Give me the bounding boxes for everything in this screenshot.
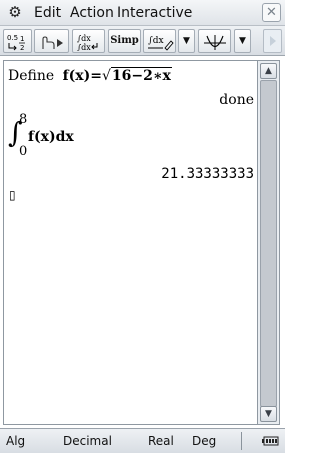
integral-paste-button[interactable]: ∫dx ∫dx xyxy=(72,29,105,53)
scroll-up-button[interactable]: ▲ xyxy=(260,63,277,79)
fraction-decimal-icon: 0.5 1 2 xyxy=(7,34,25,51)
integrand: f(x)dx xyxy=(28,129,74,145)
status-angle[interactable]: Deg xyxy=(192,434,216,448)
graph-icon xyxy=(203,35,226,50)
hand-pointer-icon xyxy=(41,36,63,49)
svg-text:∫dx: ∫dx xyxy=(77,43,91,51)
execute-button[interactable] xyxy=(34,29,69,53)
chevron-right-icon xyxy=(270,36,276,46)
status-format[interactable]: Decimal xyxy=(63,434,112,448)
svg-text:0.5: 0.5 xyxy=(7,34,18,42)
scroll-track[interactable] xyxy=(260,80,277,407)
output-integral-value: 21.33333333 xyxy=(161,166,254,182)
close-button[interactable]: ✕ xyxy=(262,3,281,22)
svg-text:∫dx: ∫dx xyxy=(148,36,164,46)
menu-action[interactable]: Action xyxy=(70,5,114,21)
fraction-decimal-toggle-button[interactable]: 0.5 1 2 xyxy=(3,29,32,53)
dropdown-button[interactable]: ▼ xyxy=(178,29,195,53)
status-mode[interactable]: Alg xyxy=(6,434,25,448)
integral-upper-limit: 8 xyxy=(19,112,28,127)
toolbar-next-button[interactable] xyxy=(263,29,282,53)
integral-lower-limit: 0 xyxy=(19,144,28,159)
sqrt-symbol: √ xyxy=(101,68,111,84)
output-done: done xyxy=(219,92,254,108)
menu-interactive[interactable]: Interactive xyxy=(117,5,192,21)
function-name: f(x)= xyxy=(62,68,102,84)
menu-bar: ⚙ Edit Action Interactive ✕ xyxy=(0,0,285,26)
menu-edit[interactable]: Edit xyxy=(34,5,61,21)
dropdown-button[interactable]: ▼ xyxy=(234,29,251,53)
vertical-scrollbar[interactable]: ▲ ▼ xyxy=(258,60,280,425)
main-work-area[interactable]: Define f(x)=√16−2∗x done ∫ 8 0 f(x)dx 21… xyxy=(3,60,258,425)
status-bar: Alg Decimal Real Deg xyxy=(0,428,285,453)
scroll-down-button[interactable]: ▼ xyxy=(260,406,277,422)
toolbar: 0.5 1 2 ∫dx ∫dx Simp ∫dx ▼ ▼ xyxy=(0,26,285,56)
simp-button[interactable]: Simp xyxy=(108,29,141,53)
graph-button[interactable] xyxy=(198,29,231,53)
define-keyword: Define xyxy=(8,68,55,84)
svg-text:2: 2 xyxy=(20,44,24,51)
integral-pencil-icon: ∫dx xyxy=(147,36,174,51)
gear-icon[interactable]: ⚙ xyxy=(7,4,23,20)
integral-arrow-icon: ∫dx ∫dx xyxy=(77,34,97,51)
svg-text:1: 1 xyxy=(20,35,24,43)
radicand: 16−2∗x xyxy=(110,67,172,84)
battery-icon xyxy=(262,436,279,446)
input-cursor[interactable]: ▯ xyxy=(9,187,16,203)
integral-edit-button[interactable]: ∫dx xyxy=(143,29,176,53)
input-line-integral[interactable]: ∫ 8 0 f(x)dx xyxy=(8,113,158,159)
svg-text:∫dx: ∫dx xyxy=(77,34,91,43)
status-domain[interactable]: Real xyxy=(148,434,174,448)
status-divider xyxy=(241,432,242,450)
input-line-define[interactable]: Define f(x)=√16−2∗x xyxy=(8,67,172,85)
